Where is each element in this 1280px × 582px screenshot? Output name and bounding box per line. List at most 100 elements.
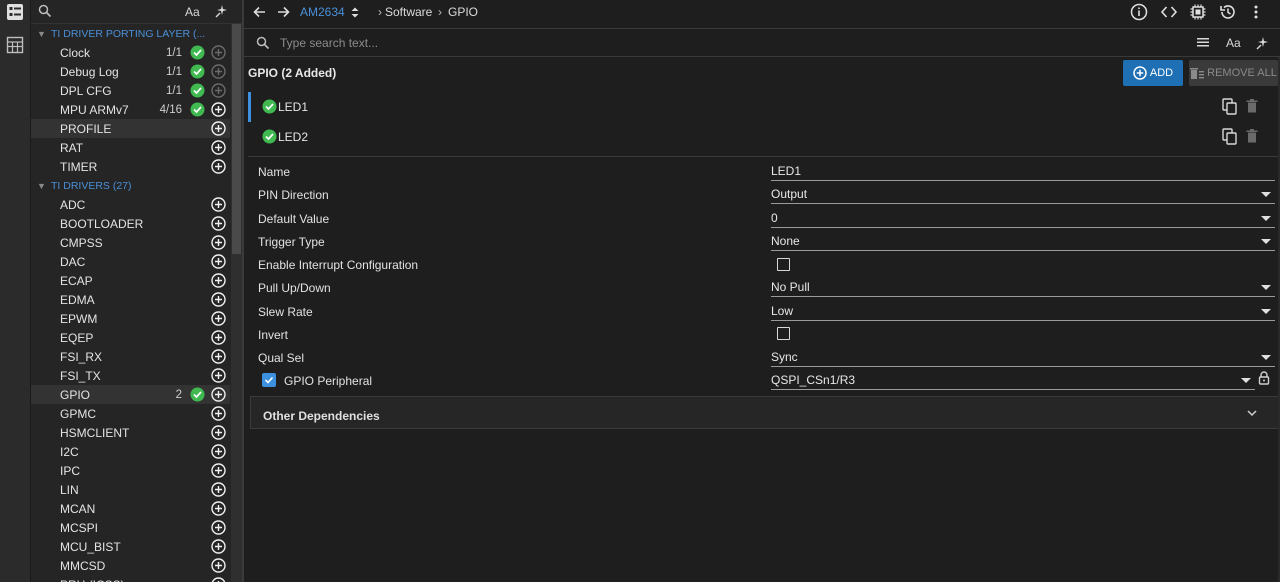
tree-category[interactable]: ▼ TI DRIVER PORTING LAYER (... xyxy=(31,24,230,43)
add-circle-icon[interactable] xyxy=(211,140,226,155)
add-circle-icon[interactable] xyxy=(211,197,226,212)
tree-category[interactable]: ▼ TI DRIVERS (27) xyxy=(31,176,230,195)
add-circle-icon[interactable] xyxy=(211,159,226,174)
tree-item-timer[interactable]: TIMER xyxy=(31,157,230,176)
add-circle-icon[interactable] xyxy=(211,45,226,60)
slew-rate-select[interactable]: Low xyxy=(771,302,1275,321)
add-circle-icon[interactable] xyxy=(211,64,226,79)
breadcrumb-software[interactable]: Software xyxy=(385,5,432,19)
add-circle-icon[interactable] xyxy=(211,425,226,440)
tree-item-gpmc[interactable]: GPMC xyxy=(31,404,230,423)
lock-icon[interactable] xyxy=(1258,371,1270,385)
tree-item-mcspi[interactable]: MCSPI xyxy=(31,518,230,537)
tree-item-lin[interactable]: LIN xyxy=(31,480,230,499)
code-view-icon[interactable] xyxy=(1160,3,1178,21)
pin-direction-select[interactable]: Output xyxy=(771,185,1275,204)
tree-item-fsi-tx[interactable]: FSI_TX xyxy=(31,366,230,385)
add-circle-icon[interactable] xyxy=(211,368,226,383)
add-circle-icon[interactable] xyxy=(211,216,226,231)
invert-checkbox[interactable] xyxy=(777,327,790,340)
tree-item-dac[interactable]: DAC xyxy=(31,252,230,271)
instance-row-led2[interactable]: LED2 xyxy=(248,122,1278,152)
add-circle-icon[interactable] xyxy=(211,102,226,117)
tree-item-i2c[interactable]: I2C xyxy=(31,442,230,461)
history-icon[interactable] xyxy=(1219,3,1237,21)
search-icon[interactable] xyxy=(38,4,52,18)
tree-item-pru-icss[interactable]: PRU (ICSS) xyxy=(31,575,230,582)
copy-icon[interactable] xyxy=(1222,98,1238,115)
tree-scrollbar-thumb[interactable] xyxy=(232,24,241,254)
add-circle-icon[interactable] xyxy=(211,482,226,497)
forward-arrow-icon[interactable] xyxy=(274,3,292,21)
enable-interrupt-checkbox[interactable] xyxy=(777,258,790,271)
tree-item-adc[interactable]: ADC xyxy=(31,195,230,214)
tree-item-rat[interactable]: RAT xyxy=(31,138,230,157)
add-circle-icon[interactable] xyxy=(211,406,226,421)
list-options-icon[interactable] xyxy=(1196,37,1210,49)
add-circle-icon[interactable] xyxy=(211,292,226,307)
tree-item-ipc[interactable]: IPC xyxy=(31,461,230,480)
sparkle-icon[interactable] xyxy=(1256,36,1270,50)
name-input[interactable]: LED1 xyxy=(771,162,1275,181)
tree-item-gpio[interactable]: GPIO 2 xyxy=(31,385,230,404)
tree-item-edma[interactable]: EDMA xyxy=(31,290,230,309)
qual-sel-select[interactable]: Sync xyxy=(771,348,1275,367)
add-circle-icon[interactable] xyxy=(211,558,226,573)
add-circle-icon[interactable] xyxy=(211,577,226,582)
tree-item-clock[interactable]: Clock 1/1 xyxy=(31,43,230,62)
add-circle-icon[interactable] xyxy=(211,273,226,288)
add-circle-icon[interactable] xyxy=(211,83,226,98)
add-circle-icon[interactable] xyxy=(211,539,226,554)
back-arrow-icon[interactable] xyxy=(251,3,269,21)
breadcrumb-gpio[interactable]: GPIO xyxy=(448,5,478,19)
gpio-peripheral-select[interactable]: QSPI_CSn1/R3 xyxy=(771,371,1255,390)
tree-item-mcu-bist[interactable]: MCU_BIST xyxy=(31,537,230,556)
tree-item-eqep[interactable]: EQEP xyxy=(31,328,230,347)
add-circle-icon[interactable] xyxy=(211,121,226,136)
add-circle-icon[interactable] xyxy=(211,463,226,478)
tree-item-hsmclient[interactable]: HSMCLIENT xyxy=(31,423,230,442)
add-circle-icon[interactable] xyxy=(211,444,226,459)
tree-item-profile[interactable]: PROFILE xyxy=(31,119,230,138)
add-circle-icon[interactable] xyxy=(211,501,226,516)
other-dependencies-panel[interactable]: Other Dependencies xyxy=(250,396,1280,429)
trash-icon[interactable] xyxy=(1246,129,1258,143)
device-selector[interactable]: AM2634 xyxy=(300,5,345,19)
gpio-peripheral-checkbox[interactable] xyxy=(262,373,276,387)
add-circle-icon[interactable] xyxy=(211,349,226,364)
tree-item-bootloader[interactable]: BOOTLOADER xyxy=(31,214,230,233)
add-circle-icon[interactable] xyxy=(211,311,226,326)
search-input[interactable] xyxy=(280,35,1160,51)
tree-item-debug-log[interactable]: Debug Log 1/1 xyxy=(31,62,230,81)
device-switch-icon[interactable] xyxy=(350,6,360,19)
add-circle-icon[interactable] xyxy=(211,330,226,345)
table-view-icon[interactable] xyxy=(6,36,24,54)
tree-item-dpl-cfg[interactable]: DPL CFG 1/1 xyxy=(31,81,230,100)
add-circle-icon[interactable] xyxy=(211,254,226,269)
tree-item-epwm[interactable]: EPWM xyxy=(31,309,230,328)
chip-icon[interactable] xyxy=(1189,3,1207,21)
more-vertical-icon[interactable] xyxy=(1247,3,1265,21)
match-case-toggle[interactable]: Aa xyxy=(185,5,200,19)
trigger-type-select[interactable]: None xyxy=(771,232,1275,251)
info-icon[interactable] xyxy=(1130,3,1148,21)
tree-item-fsi-rx[interactable]: FSI_RX xyxy=(31,347,230,366)
tree-item-mpu-armv7[interactable]: MPU ARMv7 4/16 xyxy=(31,100,230,119)
trash-icon[interactable] xyxy=(1246,99,1258,113)
instance-row-led1[interactable]: LED1 xyxy=(248,92,1278,122)
default-value-select[interactable]: 0 xyxy=(771,209,1275,228)
tree-item-cmpss[interactable]: CMPSS xyxy=(31,233,230,252)
match-case-toggle[interactable]: Aa xyxy=(1226,36,1241,50)
panel-divider[interactable] xyxy=(242,0,244,582)
sparkle-icon[interactable] xyxy=(215,4,229,18)
pull-select[interactable]: No Pull xyxy=(771,278,1275,297)
copy-icon[interactable] xyxy=(1222,128,1238,145)
add-circle-icon[interactable] xyxy=(211,387,226,402)
add-circle-icon[interactable] xyxy=(211,235,226,250)
tree-item-mmcsd[interactable]: MMCSD xyxy=(31,556,230,575)
configuration-list-icon[interactable] xyxy=(6,3,24,21)
tree-item-ecap[interactable]: ECAP xyxy=(31,271,230,290)
tree-item-mcan[interactable]: MCAN xyxy=(31,499,230,518)
remove-all-button[interactable]: REMOVE ALL xyxy=(1189,60,1278,86)
add-circle-icon[interactable] xyxy=(211,520,226,535)
